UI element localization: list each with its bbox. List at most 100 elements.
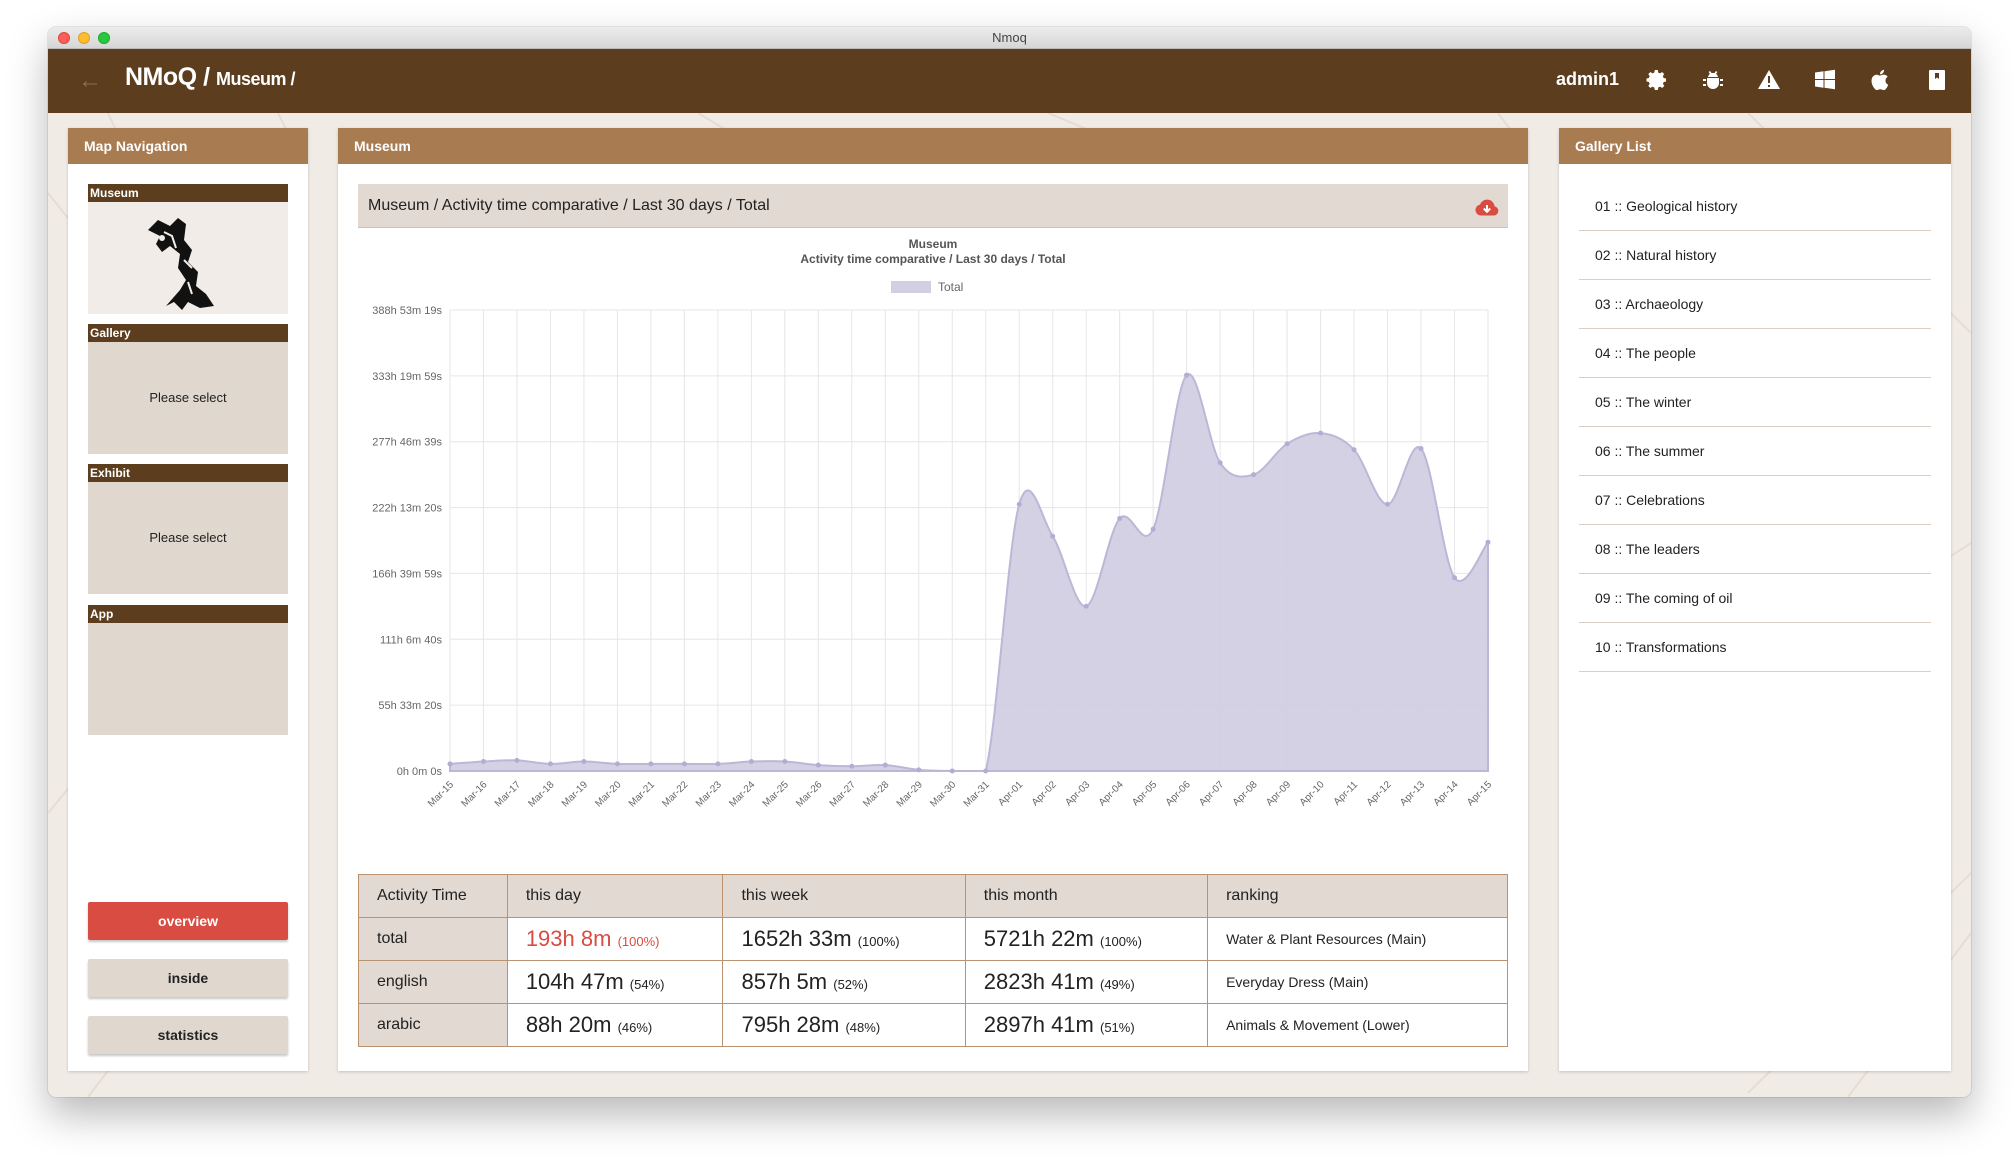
exhibit-select-text[interactable]: Please select	[88, 482, 288, 594]
data-point[interactable]	[648, 761, 654, 767]
warning-icon[interactable]	[1755, 66, 1783, 94]
museum-panel: Museum Museum / Activity time comparativ…	[338, 128, 1528, 1071]
inside-button[interactable]: inside	[88, 959, 288, 997]
data-point[interactable]	[1217, 460, 1223, 466]
data-point[interactable]	[949, 768, 955, 774]
statistics-button[interactable]: statistics	[88, 1016, 288, 1054]
minimize-window-button[interactable]	[78, 32, 90, 44]
data-point[interactable]	[480, 759, 486, 765]
data-point[interactable]	[1050, 533, 1056, 539]
back-arrow-icon[interactable]: ←	[78, 67, 102, 95]
x-tick-label: Mar-24	[727, 779, 757, 809]
gallery-item-03[interactable]: 03 :: Archaeology	[1579, 280, 1931, 329]
gallery-item-02[interactable]: 02 :: Natural history	[1579, 231, 1931, 280]
data-point[interactable]	[916, 767, 922, 773]
data-point[interactable]	[1418, 446, 1424, 452]
data-point[interactable]	[1485, 539, 1491, 545]
legend-swatch[interactable]	[891, 281, 931, 293]
legend-label[interactable]: Total	[938, 280, 963, 294]
day-value: 88h 20m (46%)	[506, 1003, 724, 1047]
ranking-value: Animals & Movement (Lower)	[1207, 1003, 1508, 1047]
x-tick-label: Mar-25	[761, 779, 791, 809]
x-tick-label: Mar-31	[962, 779, 992, 809]
gallery-item-08[interactable]: 08 :: The leaders	[1579, 525, 1931, 574]
data-point[interactable]	[1083, 603, 1089, 609]
data-point[interactable]	[581, 759, 587, 765]
breadcrumb: NMoQ / Museum /	[125, 63, 295, 92]
gallery-block[interactable]: Gallery Please select	[88, 324, 288, 454]
data-point[interactable]	[849, 763, 855, 769]
data-point[interactable]	[681, 761, 687, 767]
gallery-item-01[interactable]: 01 :: Geological history	[1579, 182, 1931, 231]
app-select-area[interactable]	[88, 623, 288, 735]
data-point[interactable]	[1117, 516, 1123, 522]
x-tick-label: Mar-28	[861, 779, 891, 809]
breadcrumb-section[interactable]: Museum /	[216, 69, 296, 89]
data-point[interactable]	[1318, 430, 1324, 436]
user-name[interactable]: admin1	[1556, 69, 1619, 90]
x-tick-label: Mar-17	[493, 779, 523, 809]
data-point[interactable]	[1452, 575, 1458, 581]
y-tick-label: 111h 6m 40s	[380, 634, 442, 646]
windows-icon[interactable]	[1811, 66, 1839, 94]
data-point[interactable]	[614, 761, 620, 767]
data-point[interactable]	[782, 759, 788, 765]
gallery-select-text[interactable]: Please select	[88, 342, 288, 454]
gallery-item-10[interactable]: 10 :: Transformations	[1579, 623, 1931, 672]
gallery-item-06[interactable]: 06 :: The summer	[1579, 427, 1931, 476]
col-this-day: this day	[506, 874, 724, 918]
x-tick-label: Apr-15	[1465, 779, 1494, 808]
data-point[interactable]	[715, 761, 721, 767]
data-point[interactable]	[1150, 526, 1156, 532]
data-point[interactable]	[514, 757, 520, 763]
close-window-button[interactable]	[58, 32, 70, 44]
gallery-item-07[interactable]: 07 :: Celebrations	[1579, 476, 1931, 525]
day-value: 193h 8m (100%)	[506, 917, 724, 961]
maximize-window-button[interactable]	[98, 32, 110, 44]
title-bar: Nmoq	[48, 27, 1971, 49]
x-tick-label: Apr-04	[1097, 779, 1126, 808]
x-tick-label: Apr-13	[1398, 779, 1427, 808]
x-tick-label: Apr-06	[1164, 779, 1193, 808]
museum-panel-title: Museum	[338, 128, 1528, 164]
app-block[interactable]: App	[88, 605, 288, 735]
month-value: 5721h 22m (100%)	[964, 917, 1209, 961]
table-row: english 104h 47m (54%) 857h 5m (52%) 282…	[358, 960, 1508, 1004]
gallery-item-05[interactable]: 05 :: The winter	[1579, 378, 1931, 427]
data-point[interactable]	[1184, 372, 1190, 378]
apple-icon[interactable]	[1867, 66, 1895, 94]
museum-map-image[interactable]	[88, 202, 288, 314]
data-point[interactable]	[882, 762, 888, 768]
data-point[interactable]	[1016, 501, 1022, 507]
museum-map-block[interactable]: Museum	[88, 184, 288, 314]
app-name[interactable]: NMoQ	[125, 63, 197, 91]
gallery-item-04[interactable]: 04 :: The people	[1579, 329, 1931, 378]
row-label: arabic	[358, 1003, 508, 1047]
x-tick-label: Apr-03	[1063, 779, 1092, 808]
data-point[interactable]	[447, 761, 453, 767]
data-point[interactable]	[1284, 441, 1290, 447]
x-tick-label: Mar-16	[459, 779, 489, 809]
x-tick-label: Apr-11	[1332, 779, 1361, 808]
data-point[interactable]	[1351, 447, 1357, 453]
col-activity-time: Activity Time	[358, 874, 508, 918]
day-value: 104h 47m (54%)	[506, 960, 724, 1004]
data-point[interactable]	[1385, 501, 1391, 507]
app-label: App	[88, 605, 288, 623]
exhibit-block[interactable]: Exhibit Please select	[88, 464, 288, 594]
overview-button[interactable]: overview	[88, 902, 288, 940]
chart-subtitle: Activity time comparative / Last 30 days…	[800, 252, 1065, 266]
tablet-icon[interactable]	[1923, 66, 1951, 94]
app-header: ← NMoQ / Museum / admin1	[48, 49, 1971, 113]
bug-icon[interactable]	[1699, 66, 1727, 94]
gallery-item-09[interactable]: 09 :: The coming of oil	[1579, 574, 1931, 623]
gear-icon[interactable]	[1643, 66, 1671, 94]
data-point[interactable]	[1251, 472, 1257, 478]
data-point[interactable]	[983, 768, 989, 774]
y-tick-label: 333h 19m 59s	[372, 371, 442, 383]
cloud-download-icon[interactable]	[1474, 194, 1500, 216]
data-point[interactable]	[748, 759, 754, 765]
data-point[interactable]	[547, 761, 553, 767]
data-point[interactable]	[815, 762, 821, 768]
map-navigation-panel: Map Navigation Museum Gallery Please sel…	[68, 128, 308, 1071]
